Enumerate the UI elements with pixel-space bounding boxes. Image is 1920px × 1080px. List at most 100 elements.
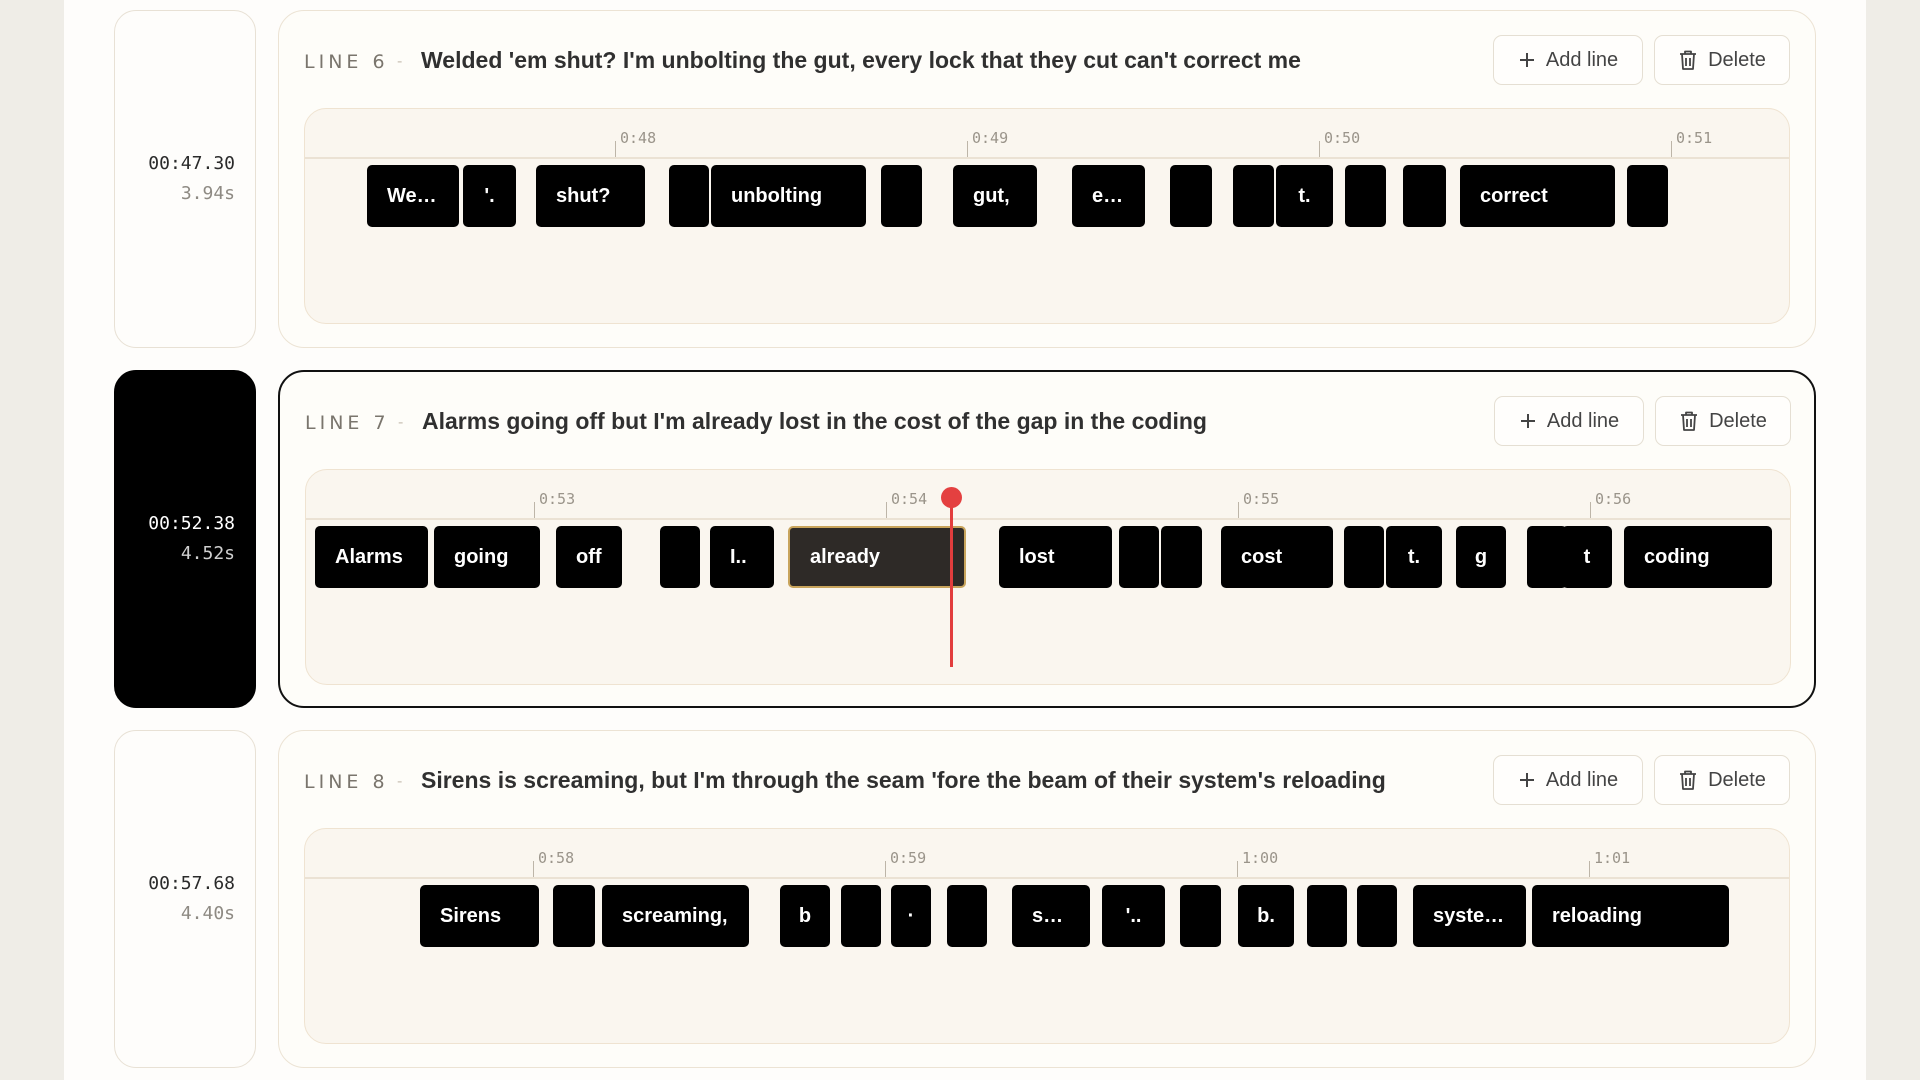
word-block[interactable] — [1357, 885, 1397, 947]
word-block[interactable]: syste… — [1413, 885, 1526, 947]
word-block[interactable]: lost — [999, 526, 1112, 588]
word-block[interactable]: coding — [1624, 526, 1772, 588]
word-block[interactable] — [947, 885, 987, 947]
timeline-tick — [1238, 502, 1239, 518]
timeline-tick — [1589, 861, 1590, 877]
word-block[interactable]: '.. — [1102, 885, 1165, 947]
word-block[interactable]: t — [1562, 526, 1612, 588]
word-block[interactable]: gut, — [953, 165, 1037, 227]
label-separator: - — [398, 414, 404, 431]
add-line-label: Add line — [1546, 409, 1620, 432]
word-block[interactable]: We… — [367, 165, 459, 227]
timeline-tick-label: 1:01 — [1594, 849, 1631, 867]
lyric-text[interactable]: Welded 'em shut? I'm unbolting the gut, … — [421, 47, 1301, 74]
lyric-text[interactable]: Alarms going off but I'm already lost in… — [422, 408, 1207, 435]
word-block[interactable] — [669, 165, 709, 227]
line-time-card[interactable]: 00:47.30 3.94s — [114, 10, 256, 348]
word-block[interactable]: '. — [463, 165, 516, 227]
word-block[interactable]: t. — [1276, 165, 1333, 227]
plus-icon — [1518, 771, 1536, 789]
add-line-label: Add line — [1545, 48, 1619, 71]
word-block[interactable] — [1527, 526, 1567, 588]
timeline-tick-label: 0:51 — [1676, 129, 1713, 147]
line-duration: 3.94s — [180, 183, 235, 204]
word-block[interactable] — [1307, 885, 1347, 947]
delete-line-label: Delete — [1709, 409, 1767, 432]
lyric-row-line-7: 00:52.38 4.52s LINE 7 - Alarms going off… — [114, 370, 1816, 710]
add-line-button[interactable]: Add line — [1493, 35, 1643, 85]
timeline-tick-label: 0:59 — [890, 849, 927, 867]
word-block[interactable] — [1119, 526, 1159, 588]
timeline-tick-label: 0:58 — [538, 849, 575, 867]
word-block[interactable]: e… — [1072, 165, 1145, 227]
timeline-tick — [1319, 141, 1320, 157]
word-block[interactable]: going — [434, 526, 540, 588]
line-start-time: 00:52.38 — [148, 513, 235, 534]
word-block[interactable]: reloading — [1532, 885, 1729, 947]
word-block[interactable] — [1180, 885, 1221, 947]
editor-page: 00:47.30 3.94s LINE 6 - Welded 'em shut?… — [64, 0, 1866, 1080]
playhead-line[interactable] — [950, 492, 953, 667]
word-block[interactable]: screaming, — [602, 885, 749, 947]
word-block[interactable]: cost — [1221, 526, 1333, 588]
word-block[interactable] — [660, 526, 700, 588]
word-block[interactable] — [1345, 165, 1386, 227]
word-block[interactable]: off — [556, 526, 622, 588]
plus-icon — [1518, 51, 1536, 69]
word-block[interactable]: b — [780, 885, 830, 947]
line-start-time: 00:47.30 — [148, 153, 235, 174]
lyric-line-card: LINE 8 - Sirens is screaming, but I'm th… — [278, 730, 1816, 1068]
timeline-tick — [885, 861, 886, 877]
word-block[interactable] — [553, 885, 595, 947]
word-timeline[interactable]: 0:53 0:54 0:55 0:56 Alarms going off I..… — [305, 469, 1791, 685]
line-duration: 4.40s — [180, 903, 235, 924]
word-block[interactable]: s… — [1012, 885, 1090, 947]
word-timeline[interactable]: 0:48 0:49 0:50 0:51 We… '. shut? unbolti… — [304, 108, 1790, 324]
word-block[interactable]: t. — [1386, 526, 1442, 588]
word-block-selected[interactable]: already — [788, 526, 966, 588]
line-number-label: LINE 8 — [304, 771, 389, 793]
timeline-tick — [1671, 141, 1672, 157]
timeline-tick-label: 0:55 — [1243, 490, 1280, 508]
delete-line-label: Delete — [1708, 48, 1766, 71]
lyric-row-line-6: 00:47.30 3.94s LINE 6 - Welded 'em shut?… — [114, 10, 1816, 350]
word-block[interactable] — [1170, 165, 1212, 227]
word-block[interactable]: I.. — [710, 526, 774, 588]
word-block[interactable] — [841, 885, 881, 947]
line-time-card[interactable]: 00:57.68 4.40s — [114, 730, 256, 1068]
word-block[interactable] — [1161, 526, 1202, 588]
word-block[interactable] — [881, 165, 922, 227]
delete-line-button[interactable]: Delete — [1655, 396, 1791, 446]
word-block[interactable]: unbolting — [711, 165, 866, 227]
word-block[interactable]: · — [891, 885, 931, 947]
trash-icon — [1679, 410, 1699, 432]
timeline-tick-label: 0:48 — [620, 129, 657, 147]
delete-line-button[interactable]: Delete — [1654, 755, 1790, 805]
line-time-card[interactable]: 00:52.38 4.52s — [114, 370, 256, 708]
word-block[interactable]: g — [1456, 526, 1506, 588]
word-block[interactable]: correct — [1460, 165, 1615, 227]
word-block[interactable]: b. — [1238, 885, 1294, 947]
add-line-button[interactable]: Add line — [1493, 755, 1643, 805]
timeline-tick-label: 1:00 — [1242, 849, 1279, 867]
lyric-text[interactable]: Sirens is screaming, but I'm through the… — [421, 767, 1386, 794]
label-separator: - — [397, 773, 403, 790]
word-block[interactable] — [1627, 165, 1668, 227]
timeline-tick — [1237, 861, 1238, 877]
playhead-handle[interactable] — [941, 487, 962, 508]
word-timeline[interactable]: 0:58 0:59 1:00 1:01 Sirens screaming, b … — [304, 828, 1790, 1044]
word-block[interactable]: Alarms — [315, 526, 428, 588]
timeline-ruler — [306, 518, 1790, 520]
lyric-line-card: LINE 6 - Welded 'em shut? I'm unbolting … — [278, 10, 1816, 348]
lyric-line-card-active: LINE 7 - Alarms going off but I'm alread… — [278, 370, 1816, 708]
word-block[interactable] — [1403, 165, 1446, 227]
add-line-button[interactable]: Add line — [1494, 396, 1644, 446]
timeline-tick-label: 0:49 — [972, 129, 1009, 147]
word-block[interactable]: shut? — [536, 165, 645, 227]
word-block[interactable]: Sirens — [420, 885, 539, 947]
trash-icon — [1678, 769, 1698, 791]
word-block[interactable] — [1344, 526, 1384, 588]
word-block[interactable] — [1233, 165, 1274, 227]
delete-line-button[interactable]: Delete — [1654, 35, 1790, 85]
line-start-time: 00:57.68 — [148, 873, 235, 894]
